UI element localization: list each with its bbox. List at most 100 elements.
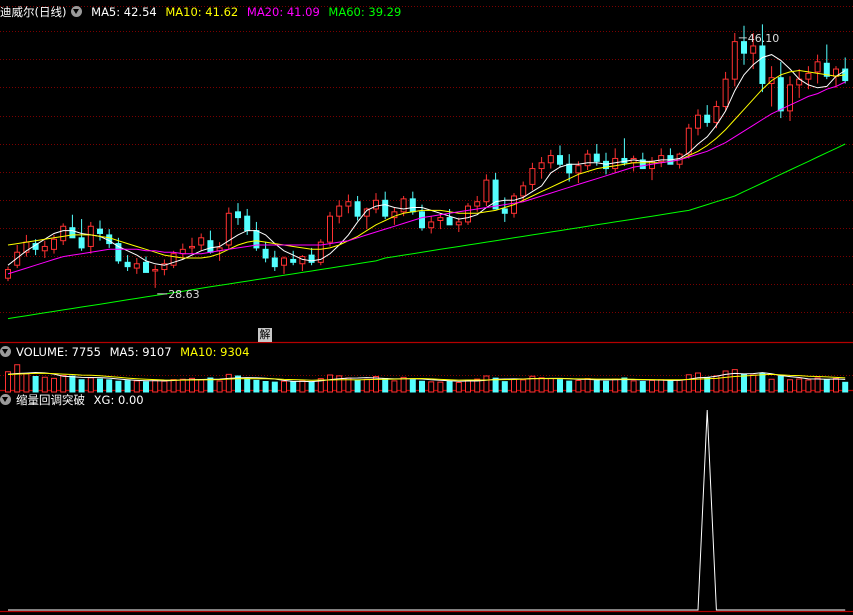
ma5-label: MA5: 42.54: [91, 5, 157, 19]
candle-down: [97, 228, 103, 234]
candle-up: [14, 251, 21, 266]
candle-down: [446, 217, 453, 226]
volume-bar: [179, 378, 186, 393]
volume-bar: [704, 376, 711, 393]
ma5-line: [7, 54, 846, 266]
stock-title: 迪威尔(日线): [0, 5, 67, 19]
ma60-line: [7, 143, 846, 320]
candle-down: [207, 240, 214, 253]
candle-up: [731, 41, 738, 80]
candle-up: [685, 127, 692, 155]
candle-down: [419, 211, 425, 229]
volume-bar: [281, 380, 287, 393]
candle-up: [133, 263, 140, 269]
candle-up: [281, 257, 287, 266]
volume-bar: [575, 380, 582, 393]
candle-up: [336, 205, 343, 217]
volume-bar: [69, 375, 76, 393]
candle-up: [437, 217, 444, 221]
volume-bar: [639, 381, 646, 393]
volume-bar: [741, 373, 747, 393]
indicator-legend: 缩量回调突破 XG: 0.00: [0, 391, 149, 409]
volume-bar: [216, 380, 223, 393]
xg-value: XG: 0.00: [93, 393, 144, 407]
volume-bar: [538, 377, 545, 393]
ma60-label: MA60: 39.29: [328, 5, 402, 19]
candle-up: [189, 245, 195, 249]
volume-bar: [833, 378, 839, 393]
candle-up: [198, 237, 205, 246]
candle-up: [805, 72, 812, 80]
volume-bar: [327, 374, 333, 393]
volume-bar: [244, 378, 251, 393]
volume-bar: [584, 378, 591, 393]
volume-ma5-line: [7, 371, 846, 383]
candle-down: [271, 257, 278, 268]
candle-up: [529, 168, 536, 185]
volume-bar: [787, 379, 793, 393]
volume-bar: [777, 375, 784, 393]
candle-down: [777, 77, 784, 112]
volume-bar: [170, 379, 177, 393]
volume-bar: [603, 380, 609, 393]
candle-up: [51, 238, 57, 250]
volume-bar: [511, 378, 517, 393]
candle-up: [787, 84, 793, 112]
candle-down: [492, 179, 499, 210]
candle-up: [584, 153, 591, 167]
volume-bar: [455, 382, 462, 393]
volume-bar: [520, 379, 527, 393]
candle-up: [373, 199, 379, 210]
ma10-line: [7, 69, 846, 259]
candle-down: [143, 261, 149, 273]
high-price-label: 46.10: [748, 32, 780, 45]
volume-bar: [400, 376, 407, 393]
volume-bar: [152, 379, 159, 393]
candle-up: [60, 225, 67, 242]
candle-down: [741, 41, 747, 54]
volume-bar: [32, 376, 39, 393]
volume-bar: [23, 373, 30, 393]
candle-down: [78, 237, 85, 249]
candle-up: [170, 253, 177, 266]
volume-bar: [41, 376, 48, 393]
volume-bar: [750, 374, 757, 393]
candle-up: [455, 221, 462, 226]
volume-bar: [676, 379, 683, 393]
dropdown-arrow-icon[interactable]: [0, 346, 11, 357]
candle-up: [695, 114, 701, 129]
candle-up: [41, 245, 48, 252]
indicator-name: 缩量回调突破: [16, 393, 85, 407]
vol-ma10-label: MA10: 9304: [180, 345, 250, 359]
candle-up: [345, 201, 352, 207]
volume-bar: [225, 373, 232, 393]
volume-bar: [695, 372, 701, 393]
volume-bar: [437, 381, 444, 393]
volume-bar: [465, 379, 471, 393]
volume-bar: [501, 381, 508, 393]
volume-bar: [483, 375, 490, 393]
volume-bar: [667, 380, 674, 393]
candle-up: [538, 162, 545, 170]
volume-bar: [612, 378, 619, 393]
ma20-label: MA20: 41.09: [246, 5, 320, 19]
volume-bar: [768, 378, 775, 393]
unlock-badge[interactable]: 解: [258, 328, 272, 342]
low-price-label: 28.63: [168, 288, 200, 301]
volume-legend: VOLUME: 7755 MA5: 9107 MA10: 9304: [0, 343, 254, 361]
candle-up: [474, 201, 481, 207]
volume-bar: [805, 379, 812, 393]
dropdown-arrow-icon[interactable]: [0, 394, 11, 405]
candle-up: [722, 78, 729, 108]
ma10-label: MA10: 41.62: [165, 5, 239, 19]
candle-down: [409, 198, 416, 213]
candle-up: [483, 179, 490, 203]
volume-bar: [253, 379, 260, 393]
candle-up: [152, 269, 159, 272]
volume-bar: [14, 364, 21, 393]
volume-bar: [290, 381, 297, 393]
candle-down: [382, 199, 389, 217]
dropdown-arrow-icon[interactable]: [71, 6, 83, 17]
candle-up: [428, 221, 435, 229]
volume-bar: [649, 379, 655, 393]
